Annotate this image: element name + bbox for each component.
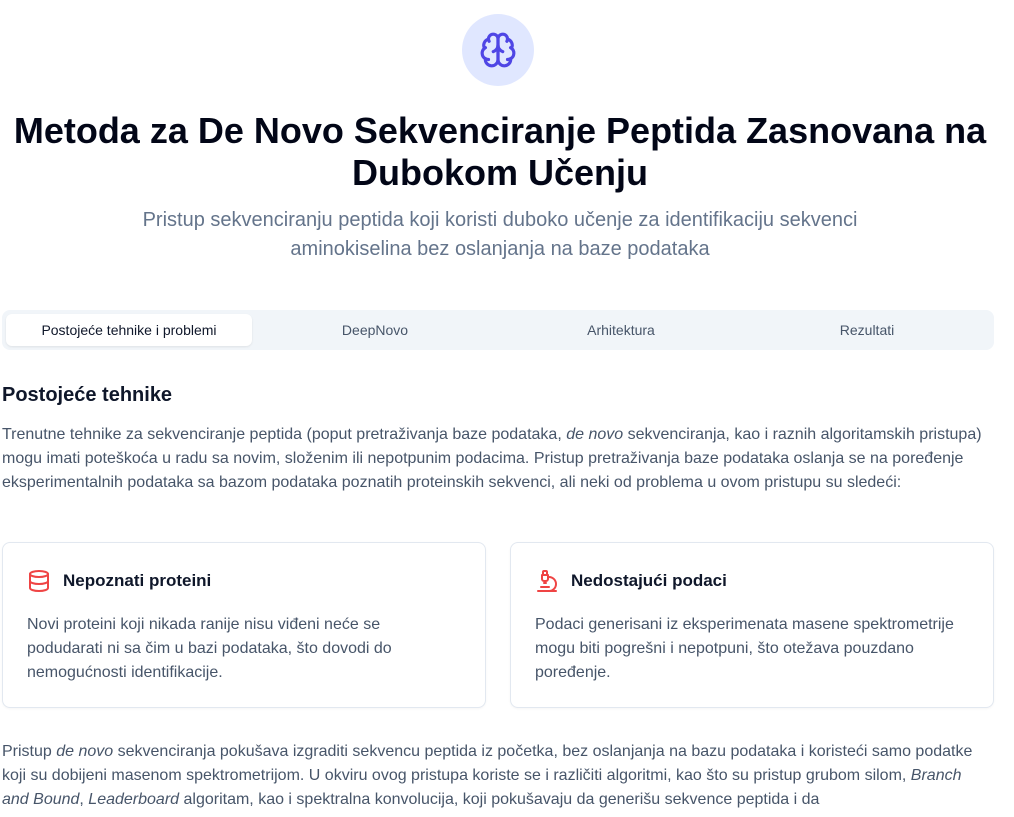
outro-emphasis: de novo xyxy=(56,743,114,760)
outro-text: algoritam, kao i spektralna konvolucija,… xyxy=(179,791,820,808)
card-text: Podaci generisani iz eksperimenata masen… xyxy=(535,616,954,681)
card-unknown-proteins: Nepoznati proteini Novi proteini koji ni… xyxy=(2,542,486,708)
card-header: Nedostajući podaci xyxy=(535,569,727,593)
section-heading: Postojeće tehnike xyxy=(2,384,173,406)
outro-text: sekvenciranja pokušava izgraditi sekvenc… xyxy=(2,743,973,784)
intro-paragraph: Trenutne tehnike za sekvenciranje peptid… xyxy=(2,423,992,495)
card-header: Nepoznati proteini xyxy=(27,569,211,593)
outro-text: , xyxy=(79,791,89,808)
tab-existing-techniques[interactable]: Postojeće tehnike i problemi xyxy=(6,314,252,346)
card-text: Novi proteini koji nikada ranije nisu vi… xyxy=(27,616,392,681)
tab-list: Postojeće tehnike i problemi DeepNovo Ar… xyxy=(2,310,994,350)
logo-badge xyxy=(462,14,534,86)
card-title: Nedostajući podaci xyxy=(571,571,727,590)
database-icon xyxy=(27,569,51,593)
outro-paragraph: Pristup de novo sekvenciranja pokušava i… xyxy=(2,740,992,812)
outro-text: Pristup xyxy=(2,743,57,760)
brain-icon xyxy=(479,31,517,69)
outro-emphasis: Leaderboard xyxy=(88,791,180,808)
microscope-icon xyxy=(535,569,559,593)
tab-deepnovo[interactable]: DeepNovo xyxy=(252,314,498,346)
intro-text: Trenutne tehnike za sekvenciranje peptid… xyxy=(2,426,567,443)
page-subtitle: Pristup sekvenciranju peptida koji koris… xyxy=(142,209,858,260)
card-title: Nepoznati proteini xyxy=(63,571,212,590)
page-title: Metoda za De Novo Sekvenciranje Peptida … xyxy=(13,110,987,193)
intro-emphasis: de novo xyxy=(566,426,624,443)
tab-results[interactable]: Rezultati xyxy=(744,314,990,346)
card-missing-data: Nedostajući podaci Podaci generisani iz … xyxy=(510,542,994,708)
tab-architecture[interactable]: Arhitektura xyxy=(498,314,744,346)
